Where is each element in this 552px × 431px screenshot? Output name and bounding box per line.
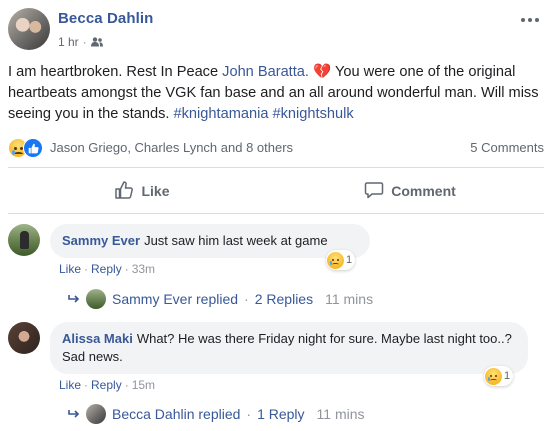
comment: Alissa Maki What? He was there Friday nig…	[8, 322, 544, 402]
reaction-icons[interactable]	[8, 138, 48, 158]
commenter-avatar[interactable]	[8, 224, 40, 256]
sad-reaction-icon	[327, 251, 344, 269]
comment-reaction-count: 1	[504, 370, 511, 382]
divider	[8, 167, 544, 168]
comment-time[interactable]: 15m	[132, 378, 155, 392]
post-time[interactable]: 1 hr	[58, 35, 79, 49]
comment-button[interactable]: Comment	[276, 172, 544, 210]
more-options-icon[interactable]	[520, 14, 540, 26]
comment-reply-link[interactable]: Reply	[91, 262, 122, 276]
comment-time[interactable]: 33m	[132, 262, 155, 276]
author-avatar[interactable]	[8, 8, 50, 50]
thumbs-up-icon	[114, 180, 134, 203]
separator: ·	[244, 291, 249, 307]
comment-bubble-icon	[364, 180, 384, 203]
friends-icon[interactable]	[90, 37, 103, 47]
comment-like-link[interactable]: Like	[59, 262, 81, 276]
like-label: Like	[141, 183, 170, 199]
comment-bubble: Alissa Maki What? He was there Friday nig…	[50, 322, 528, 374]
comment-reaction-badge[interactable]: 1	[484, 366, 514, 386]
separator: ·	[84, 378, 89, 392]
like-button[interactable]: Like	[8, 172, 276, 210]
comment-reaction-badge[interactable]: 1	[326, 250, 356, 270]
comment: Sammy Ever Just saw him last week at game…	[8, 224, 544, 324]
reply-time: 11 mins	[316, 406, 365, 422]
separator: ·	[124, 378, 129, 392]
post-meta: 1 hr ·	[58, 35, 103, 49]
sad-reaction-icon	[485, 367, 502, 385]
commenter-name[interactable]: Sammy Ever	[62, 233, 140, 248]
separator: ·	[124, 262, 129, 276]
hashtag-link[interactable]: #knightamania	[174, 106, 269, 122]
comment-like-link[interactable]: Like	[59, 378, 81, 392]
reactions-summary: Jason Griego, Charles Lynch and 8 others…	[8, 137, 544, 159]
comment-reply-link[interactable]: Reply	[91, 378, 122, 392]
reply-arrow-icon	[68, 406, 80, 422]
like-reaction-icon	[23, 138, 43, 158]
post-action-bar: Like Comment	[8, 172, 544, 210]
comments-count-link[interactable]: 5 Comments	[470, 140, 544, 155]
meta-separator: ·	[82, 35, 87, 49]
post-text-start: I am heartbroken. Rest In Peace	[8, 64, 223, 80]
post-header: Becca Dahlin 1 hr ·	[8, 8, 544, 56]
post-body: I am heartbroken. Rest In Peace John Bar…	[8, 62, 546, 125]
comment-reaction-count: 1	[346, 254, 353, 266]
replied-by-text[interactable]: Becca Dahlin replied	[112, 406, 240, 422]
reply-time: 11 mins	[325, 291, 374, 307]
view-replies-row[interactable]: Becca Dahlin replied · 1 Reply 11 mins	[68, 404, 365, 424]
separator: ·	[84, 262, 89, 276]
reaction-names-link[interactable]: Jason Griego, Charles Lynch and 8 others	[50, 140, 293, 155]
commenter-avatar[interactable]	[8, 322, 40, 354]
comment-text: Just saw him last week at game	[144, 233, 328, 248]
comment-actions: Like · Reply · 33m	[59, 262, 155, 276]
replied-by-text[interactable]: Sammy Ever replied	[112, 291, 238, 307]
replier-avatar	[86, 289, 106, 309]
separator: ·	[246, 406, 252, 422]
replies-count[interactable]: 1 Reply	[257, 406, 304, 422]
comment-bubble: Sammy Ever Just saw him last week at game	[50, 224, 370, 258]
mention-link[interactable]: John Baratta.	[222, 64, 309, 80]
view-replies-row[interactable]: Sammy Ever replied · 2 Replies 11 mins	[68, 289, 373, 309]
reply-arrow-icon	[68, 291, 80, 307]
divider	[8, 213, 544, 214]
hashtag-link[interactable]: #knightshulk	[273, 106, 354, 122]
replier-avatar	[86, 404, 106, 424]
post-author-name[interactable]: Becca Dahlin	[58, 10, 153, 27]
comment-actions: Like · Reply · 15m	[59, 378, 155, 392]
commenter-name[interactable]: Alissa Maki	[62, 331, 133, 346]
replies-count[interactable]: 2 Replies	[255, 291, 313, 307]
comment-label: Comment	[391, 183, 456, 199]
